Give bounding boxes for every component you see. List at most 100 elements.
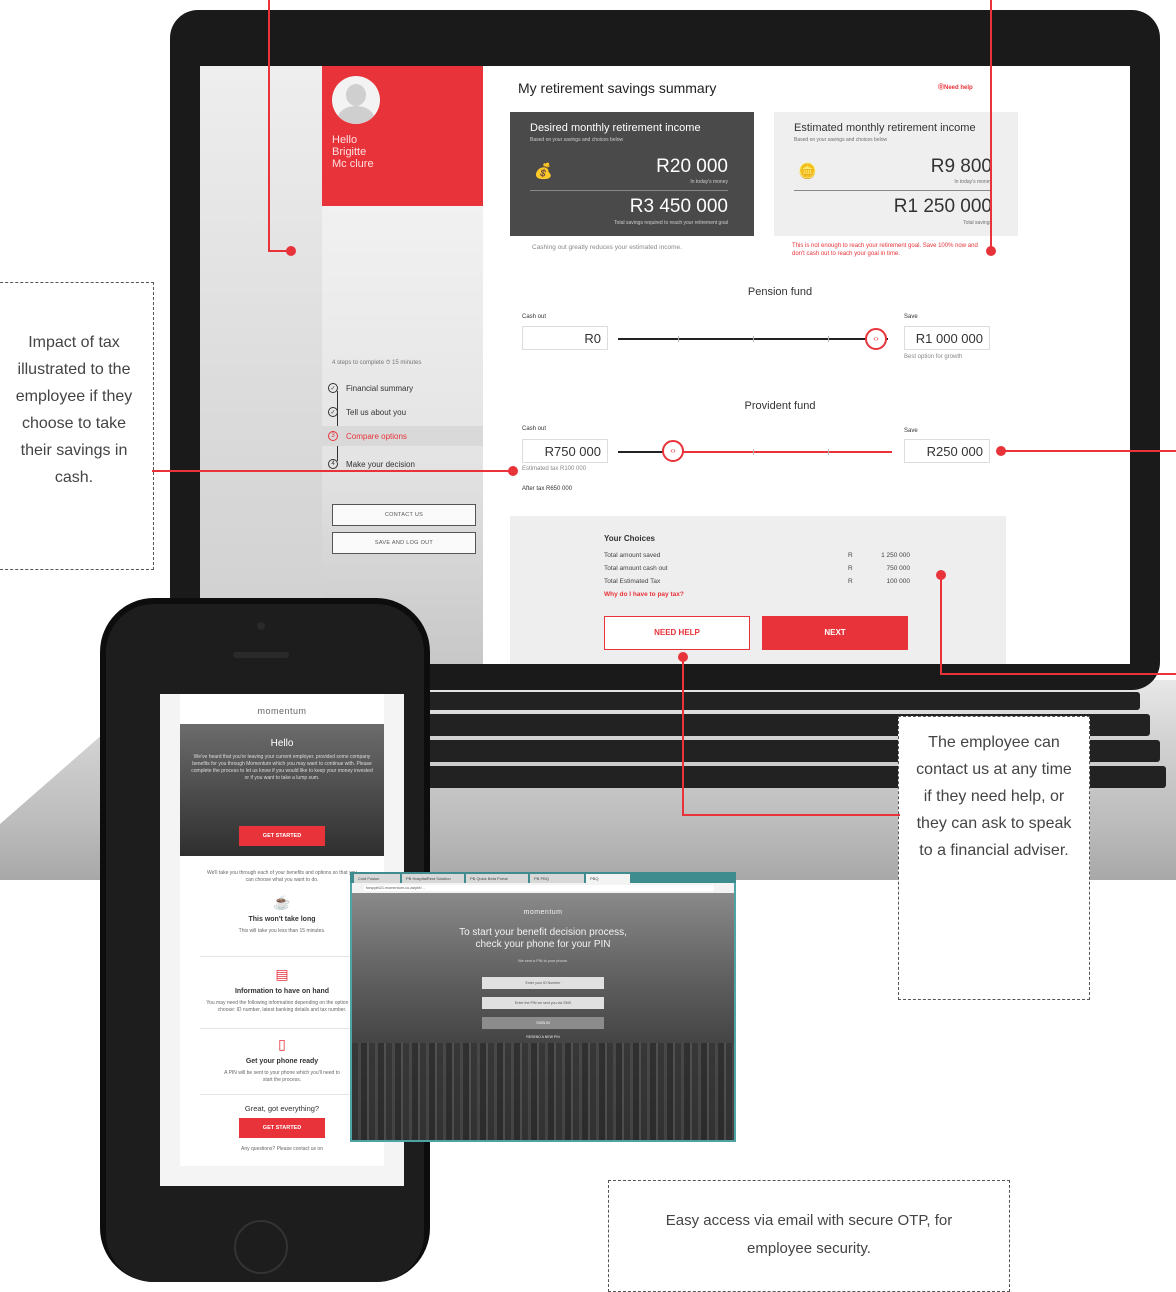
get-started-button[interactable]: GET STARTED <box>239 826 325 846</box>
choice-currency: R <box>848 552 853 559</box>
divider <box>200 956 364 957</box>
choice-currency: R <box>848 578 853 585</box>
browser-viewport: momentum To start your benefit decision … <box>352 893 734 1140</box>
profile-header: Hello Brigitte Mc clure <box>322 66 483 206</box>
browser-tab[interactable]: Cold Fusion <box>354 874 400 883</box>
avatar <box>332 76 380 124</box>
sign-in-button[interactable]: SIGN IN <box>482 1017 604 1029</box>
choice-value: 1 250 000 <box>881 552 910 559</box>
connector-line <box>990 0 992 250</box>
avatar-head <box>346 84 366 106</box>
sidebar: Hello Brigitte Mc clure 4 steps to compl… <box>200 66 483 664</box>
provident-cash-out-label: Cash out <box>522 426 547 432</box>
connector-line <box>682 656 684 816</box>
provident-cash-out-input[interactable]: R750 000 <box>522 439 608 463</box>
browser-tab[interactable]: PB HospitalRest Solution <box>402 874 464 883</box>
divider <box>200 1094 364 1095</box>
save-and-log-out-button[interactable]: SAVE AND LOG OUT <box>332 532 476 554</box>
avatar-shoulders <box>338 106 374 124</box>
slider-tick <box>678 336 679 342</box>
greeting-last-name: Mc clure <box>332 158 374 170</box>
provident-slider-handle[interactable]: ‹› <box>662 440 684 462</box>
choices-title: Your Choices <box>604 534 655 543</box>
main-content: My retirement savings summary ⓪Need help… <box>510 66 1130 664</box>
greeting-hello: Hello <box>332 134 358 146</box>
desired-total-savings: R3 450 000 <box>629 196 728 217</box>
provident-fund-title: Provident fund <box>744 400 816 412</box>
slider-tick <box>753 449 754 455</box>
tax-annotation: Impact of tax illustrated to the employe… <box>0 282 154 570</box>
browser-tab[interactable]: PB PBQ <box>530 874 584 883</box>
city-skyline-image <box>352 1043 734 1140</box>
need-help-link[interactable]: ⓪Need help <box>938 82 973 91</box>
contact-us-button[interactable]: CONTACT US <box>332 504 476 526</box>
estimated-total-savings: R1 250 000 <box>893 196 992 217</box>
connector-line <box>940 575 942 675</box>
connector-line <box>268 0 270 252</box>
slider-tick <box>828 449 829 455</box>
pin-subtext: We sent a PIN to your phone. <box>518 959 568 963</box>
step-label: Tell us about you <box>346 407 407 417</box>
questions-text: Any questions? Please contact us on <box>241 1146 323 1152</box>
browser-tab-active[interactable]: PBQ <box>586 874 630 883</box>
step-financial-summary[interactable]: ✓ Financial summary <box>328 378 478 398</box>
pension-slider-handle[interactable]: ‹› <box>865 328 887 350</box>
slider-tick <box>753 336 754 342</box>
connector-dot <box>286 246 296 256</box>
step-label: Make your decision <box>346 459 415 469</box>
card-subtitle: Based on your savings and choices below <box>794 137 888 143</box>
pension-cash-out-input[interactable]: R0 <box>522 326 608 350</box>
connector-dot <box>508 466 518 476</box>
step-number-icon: 4 <box>328 459 338 469</box>
home-button[interactable] <box>234 1220 288 1274</box>
choice-row: Total Estimated Tax R 100 000 <box>604 578 910 585</box>
choice-value: 750 000 <box>886 565 911 572</box>
choice-row: Total amount saved R 1 250 000 <box>604 552 910 559</box>
choice-row: Total amount cash out R 750 000 <box>604 565 910 572</box>
keyboard-row <box>420 692 1140 710</box>
need-help-button[interactable]: NEED HELP <box>604 616 750 650</box>
next-button[interactable]: NEXT <box>762 616 908 650</box>
goal-warning: This is not enough to reach your retirem… <box>792 243 978 257</box>
browser-window: Cold Fusion PB HospitalRest Solution PB … <box>350 872 736 1142</box>
email-intro: We've heard that you're leaving your cur… <box>191 754 373 781</box>
divider <box>530 190 728 191</box>
browser-tab[interactable]: PB Quick Beta Portal <box>466 874 528 883</box>
speaker-grille <box>233 652 289 658</box>
greeting: Hello Brigitte Mc clure <box>332 134 374 170</box>
connector-line <box>940 673 1176 675</box>
momentum-logo: momentum <box>523 909 563 916</box>
provident-slider-track-right <box>678 451 892 453</box>
camera-icon <box>257 622 265 630</box>
estimated-monthly-amount: R9 800 <box>930 156 992 177</box>
get-started-button-bottom[interactable]: GET STARTED <box>239 1118 325 1138</box>
browser-tab-bar: Cold Fusion PB HospitalRest Solution PB … <box>350 872 736 883</box>
tax-annotation-text: Impact of tax illustrated to the employe… <box>15 334 133 486</box>
pension-save-label: Save <box>904 314 918 320</box>
check-icon: ✓ <box>328 383 338 393</box>
connector-line <box>1000 450 1176 452</box>
cash-out-note: Cashing out greatly reduces your estimat… <box>532 244 682 251</box>
choice-label: Total Estimated Tax <box>604 578 661 585</box>
connector-dot <box>986 246 996 256</box>
resend-pin-link[interactable]: RESEND A NEW PIN <box>352 1035 734 1039</box>
your-choices-panel: Your Choices Total amount saved R 1 250 … <box>510 516 1006 664</box>
id-number-input[interactable]: Enter your ID Number <box>482 977 604 989</box>
email-greeting: Hello <box>270 738 294 749</box>
contact-annotation-text: The employee can contact us at any time … <box>916 734 1072 859</box>
divider <box>200 1028 364 1029</box>
step-tell-us-about-you[interactable]: ✓ Tell us about you <box>328 402 478 422</box>
choice-value: 100 000 <box>886 578 911 585</box>
pin-input[interactable]: Enter the PIN we sent you via SMS <box>482 997 604 1009</box>
pension-save-input[interactable]: R1 000 000 <box>904 326 990 350</box>
choice-label: Total amount saved <box>604 552 661 559</box>
divider <box>794 190 992 191</box>
email-hero: Hello We've heard that you're leaving yo… <box>180 724 384 856</box>
url-field[interactable]: forsppth21.momentum.co.za/pbf/... <box>364 885 714 891</box>
step-compare-options[interactable]: 3 Compare options <box>322 426 483 446</box>
pin-headline: To start your benefit decision process, … <box>352 927 734 951</box>
provident-save-input[interactable]: R250 000 <box>904 439 990 463</box>
choice-label: Total amount cash out <box>604 565 668 572</box>
amount-caption: In today's money <box>954 179 992 185</box>
why-pay-tax-link[interactable]: Why do I have to pay tax? <box>604 591 684 598</box>
